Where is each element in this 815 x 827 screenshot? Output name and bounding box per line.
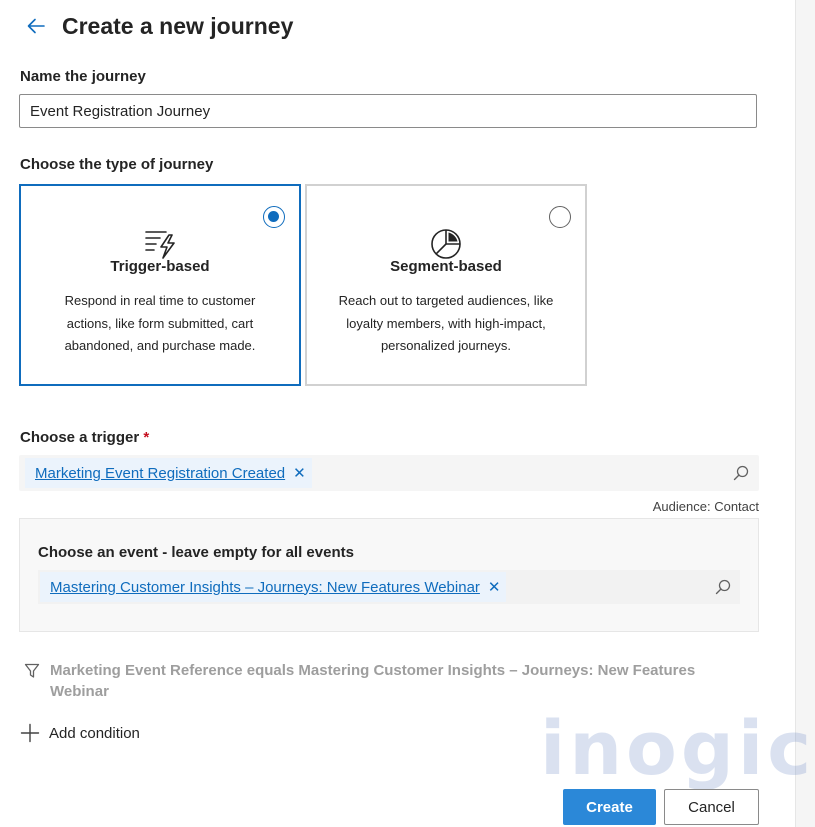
journey-name-label: Name the journey <box>20 68 146 85</box>
trigger-picker[interactable]: Marketing Event Registration Created ✕ <box>19 455 759 491</box>
event-tag-label[interactable]: Mastering Customer Insights – Journeys: … <box>50 579 480 596</box>
right-scroll-gutter <box>795 0 815 827</box>
segment-based-title: Segment-based <box>390 258 502 275</box>
create-button[interactable]: Create <box>563 789 656 825</box>
event-tag[interactable]: Mastering Customer Insights – Journeys: … <box>40 572 507 602</box>
segment-based-radio[interactable] <box>549 206 571 228</box>
trigger-based-title: Trigger-based <box>110 258 210 275</box>
add-condition-label: Add condition <box>49 724 140 742</box>
segment-based-card[interactable]: Segment-based Reach out to targeted audi… <box>305 184 587 386</box>
event-panel: Choose an event - leave empty for all ev… <box>19 518 759 632</box>
event-label: Choose an event - leave empty for all ev… <box>38 544 354 561</box>
arrow-left-icon <box>27 18 45 34</box>
trigger-based-card[interactable]: Trigger-based Respond in real time to cu… <box>19 184 301 386</box>
condition-text: Marketing Event Reference equals Masteri… <box>50 662 696 700</box>
event-picker[interactable]: Mastering Customer Insights – Journeys: … <box>38 570 740 604</box>
cancel-button[interactable]: Cancel <box>664 789 759 825</box>
add-condition-button[interactable]: Add condition <box>20 723 140 743</box>
page-header: Create a new journey <box>20 8 293 44</box>
remove-trigger-icon[interactable]: ✕ <box>293 464 306 482</box>
trigger-label: Choose a trigger * <box>20 429 149 446</box>
trigger-based-description: Respond in real time to customer actions… <box>64 293 256 353</box>
required-mark: * <box>143 429 150 446</box>
trigger-based-radio[interactable] <box>263 206 285 228</box>
segment-pie-icon <box>431 229 461 259</box>
page-title: Create a new journey <box>62 12 294 39</box>
audience-label: Audience: Contact <box>652 499 759 514</box>
trigger-lightning-icon <box>145 231 175 259</box>
plus-icon <box>20 723 40 743</box>
trigger-label-text: Choose a trigger <box>20 429 140 446</box>
filter-icon <box>24 663 40 678</box>
search-icon[interactable] <box>732 464 750 482</box>
journey-name-input[interactable] <box>19 94 757 128</box>
event-search-icon[interactable] <box>714 578 732 596</box>
condition-row: Marketing Event Reference equals Masteri… <box>24 660 700 702</box>
journey-type-label: Choose the type of journey <box>20 156 214 173</box>
segment-based-description: Reach out to targeted audiences, like lo… <box>338 293 554 353</box>
trigger-tag[interactable]: Marketing Event Registration Created ✕ <box>25 458 312 488</box>
back-button[interactable] <box>18 8 54 44</box>
trigger-tag-label[interactable]: Marketing Event Registration Created <box>35 465 285 482</box>
remove-event-icon[interactable]: ✕ <box>488 578 501 596</box>
watermark-logo: inogic <box>540 706 815 792</box>
